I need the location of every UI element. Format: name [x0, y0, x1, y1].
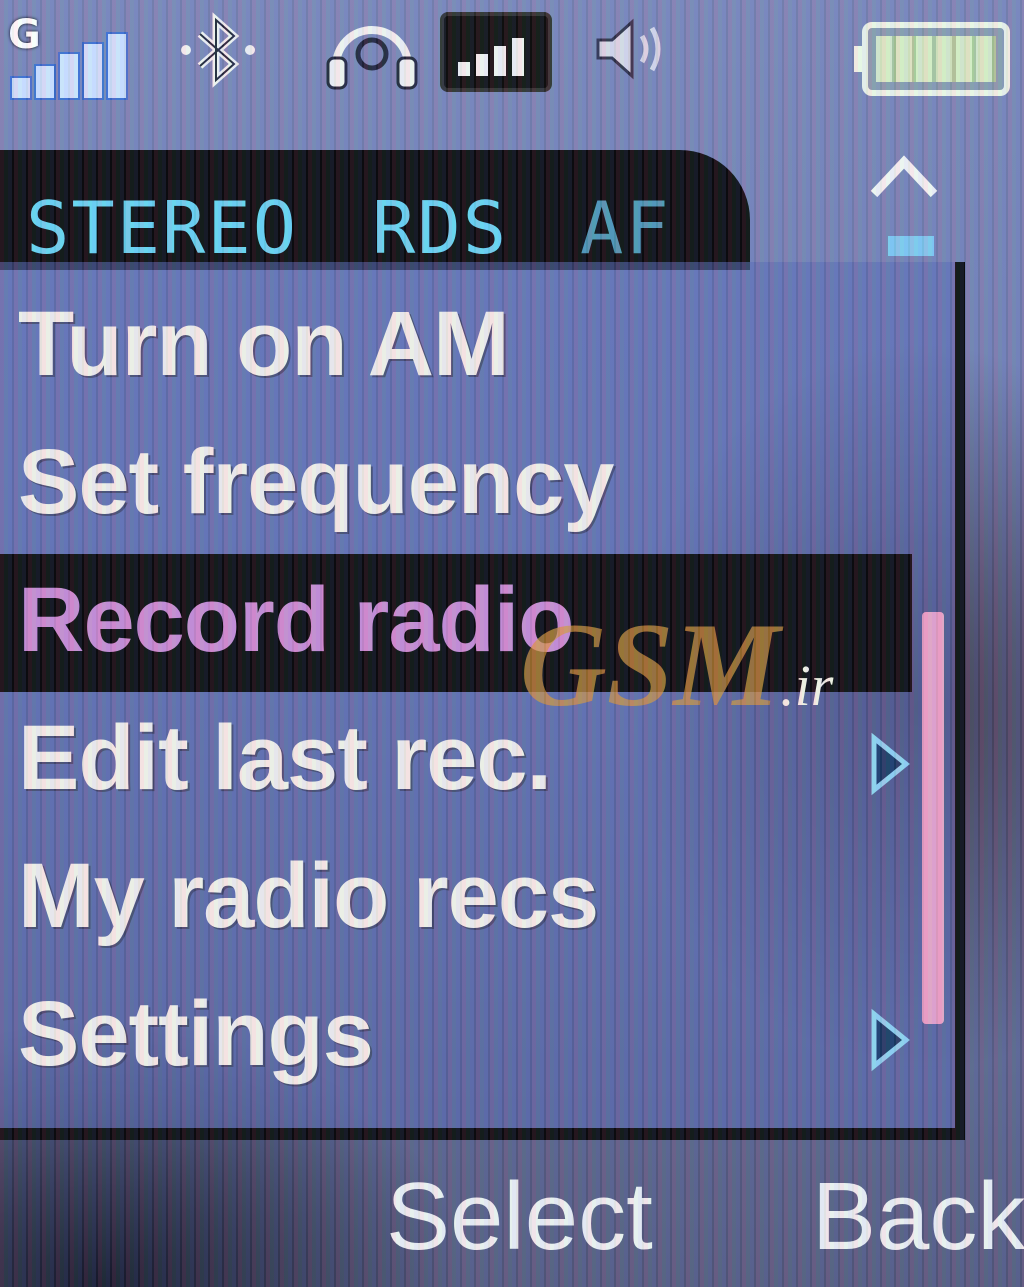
rds-indicator: RDS	[372, 186, 509, 270]
menu-item-turn-on-am[interactable]: Turn on AM	[0, 278, 912, 416]
menu-item-label: My radio recs	[18, 845, 599, 947]
back-softkey[interactable]: Back	[812, 1162, 1024, 1272]
menu-item-settings[interactable]: Settings	[0, 968, 912, 1106]
af-indicator: AF	[580, 186, 671, 270]
menu-item-label: Set frequency	[18, 431, 614, 533]
watermark-text: GSM	[520, 598, 781, 731]
network-strength-icon	[440, 12, 552, 92]
menu-item-my-radio-recs[interactable]: My radio recs	[0, 830, 912, 968]
phone-screen: G STEREO RDS AF Turn on AM Set frequency…	[0, 0, 1024, 1287]
menu-item-label: Edit last rec.	[18, 707, 552, 809]
select-softkey[interactable]: Select	[386, 1162, 653, 1272]
watermark-logo: GSM.ir	[520, 596, 833, 734]
headset-icon	[326, 26, 418, 90]
volume-icon	[596, 18, 661, 80]
chevron-right-icon	[871, 732, 910, 796]
battery-icon	[854, 22, 1010, 96]
menu-item-label: Settings	[18, 983, 374, 1085]
menu-item-label: Record radio	[18, 569, 574, 671]
scrollbar-cap	[888, 236, 934, 256]
bluetooth-icon	[181, 12, 255, 88]
scroll-up-icon[interactable]	[866, 148, 942, 204]
menu-item-set-frequency[interactable]: Set frequency	[0, 416, 912, 554]
chevron-right-icon	[871, 1008, 910, 1072]
scrollbar-thumb[interactable]	[922, 612, 944, 1024]
status-bar: G	[0, 0, 1024, 110]
menu-item-label: Turn on AM	[18, 293, 510, 395]
watermark-suffix: .ir	[780, 653, 834, 718]
stereo-indicator: STEREO	[26, 186, 299, 270]
battery-level	[876, 36, 996, 82]
gprs-indicator: G	[8, 12, 41, 58]
